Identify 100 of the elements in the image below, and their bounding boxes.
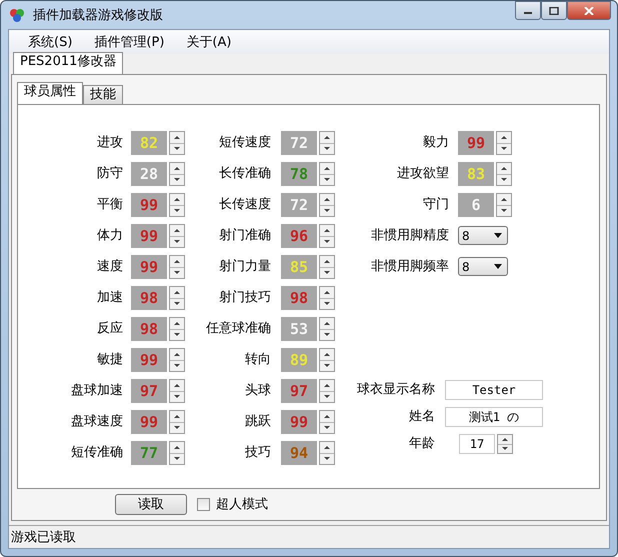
spinner[interactable] [169,317,185,341]
maximize-button[interactable] [541,1,567,20]
value-text: 97 [140,383,158,399]
value-text: 28 [140,166,158,182]
value-text: 89 [290,352,308,368]
spinner[interactable] [169,348,185,372]
spinner[interactable] [169,193,185,217]
value-field[interactable]: 99 [131,255,167,279]
minimize-button[interactable] [515,1,541,20]
spinner[interactable] [319,193,335,217]
spinner[interactable] [169,131,185,155]
attribute-label: 非惯用脚频率 [370,258,449,276]
attribute-label: 短传准确 [70,444,123,462]
menu-item[interactable]: 关于(A) [177,31,240,53]
spinner[interactable] [169,255,185,279]
value-field[interactable]: 97 [281,379,317,403]
tab[interactable]: 技能 [83,85,123,104]
input-field[interactable]: 测试1 の [445,407,543,427]
value-field[interactable]: 97 [131,379,167,403]
spinner[interactable] [319,348,335,372]
value-field[interactable]: 98 [131,286,167,310]
tab[interactable]: 球员属性 [17,82,83,104]
spinner[interactable] [319,162,335,186]
attribute-label: 加速 [96,289,123,307]
value-field[interactable]: 77 [131,441,167,465]
value-text: 99 [466,135,486,151]
checkbox[interactable] [197,498,210,510]
value-text: 97 [290,383,308,399]
close-button[interactable] [567,1,611,20]
dropdown[interactable]: 8 [458,226,508,245]
value-text: 6 [471,197,481,213]
spinner[interactable] [496,162,512,186]
status-text: 游戏已读取 [11,529,76,546]
value-field[interactable]: 82 [131,131,167,155]
value-field[interactable]: 99 [458,131,494,155]
value-field[interactable]: 99 [131,193,167,217]
menu-item[interactable]: 插件管理(P) [85,31,174,53]
read-button[interactable]: 读取 [115,494,187,514]
spinner[interactable] [496,131,512,155]
spinner[interactable] [169,224,185,248]
spinner[interactable] [319,379,335,403]
spinner[interactable] [169,162,185,186]
value-text: 82 [140,135,158,151]
maximize-icon [549,6,559,14]
value-field[interactable]: 78 [281,162,317,186]
attribute-label: 平衡 [96,196,123,214]
value-field[interactable]: 72 [281,131,317,155]
attribute-label: 守门 [422,196,449,214]
spinner[interactable] [169,410,185,434]
attribute-label: 毅力 [422,134,449,152]
spinner[interactable] [319,255,335,279]
value-field[interactable]: 99 [281,410,317,434]
window-title: 插件加载器游戏修改版 [33,7,163,24]
attribute-label: 技巧 [244,444,271,462]
spinner[interactable] [169,286,185,310]
input-field[interactable]: 17 [459,434,495,454]
attribute-label: 盘球加速 [70,382,123,400]
value-field[interactable]: 89 [281,348,317,372]
value-field[interactable]: 99 [131,224,167,248]
spinner[interactable] [496,193,512,217]
value-field[interactable]: 6 [458,193,494,217]
spinner[interactable] [319,286,335,310]
value-text: 98 [290,290,308,306]
value-field[interactable]: 28 [131,162,167,186]
spinner[interactable] [169,379,185,403]
attribute-label: 射门力量 [218,258,271,276]
spinner[interactable] [169,441,185,465]
value-field[interactable]: 99 [131,410,167,434]
attribute-label: 盘球速度 [70,413,123,431]
app-icon [9,7,25,23]
tab[interactable]: PES2011修改器 [13,52,124,74]
value-text: 99 [140,228,158,244]
input-field[interactable]: Tester [445,380,543,400]
value-field[interactable]: 98 [281,286,317,310]
attribute-label: 头球 [244,382,271,400]
spinner[interactable] [319,317,335,341]
value-text: 77 [140,445,158,461]
value-text: 99 [140,197,158,213]
value-field[interactable]: 94 [281,441,317,465]
value-field[interactable]: 83 [458,162,494,186]
value-field[interactable]: 53 [281,317,317,341]
value-field[interactable]: 85 [281,255,317,279]
value-field[interactable]: 98 [131,317,167,341]
spinner[interactable] [319,441,335,465]
menu-item[interactable]: 系统(S) [19,31,82,53]
dropdown[interactable]: 8 [458,257,508,276]
spinner[interactable] [319,131,335,155]
field-label: 球衣显示名称 [356,381,435,399]
attribute-label: 反应 [96,320,123,338]
value-field[interactable]: 99 [131,348,167,372]
value-text: 99 [290,414,308,430]
value-field[interactable]: 72 [281,193,317,217]
attribute-label: 转向 [244,351,271,369]
value-text: 85 [290,259,308,275]
spinner[interactable] [319,224,335,248]
value-field[interactable]: 96 [281,224,317,248]
attribute-label: 敏捷 [96,351,123,369]
attribute-label: 体力 [96,227,123,245]
spinner[interactable] [497,434,513,454]
spinner[interactable] [319,410,335,434]
